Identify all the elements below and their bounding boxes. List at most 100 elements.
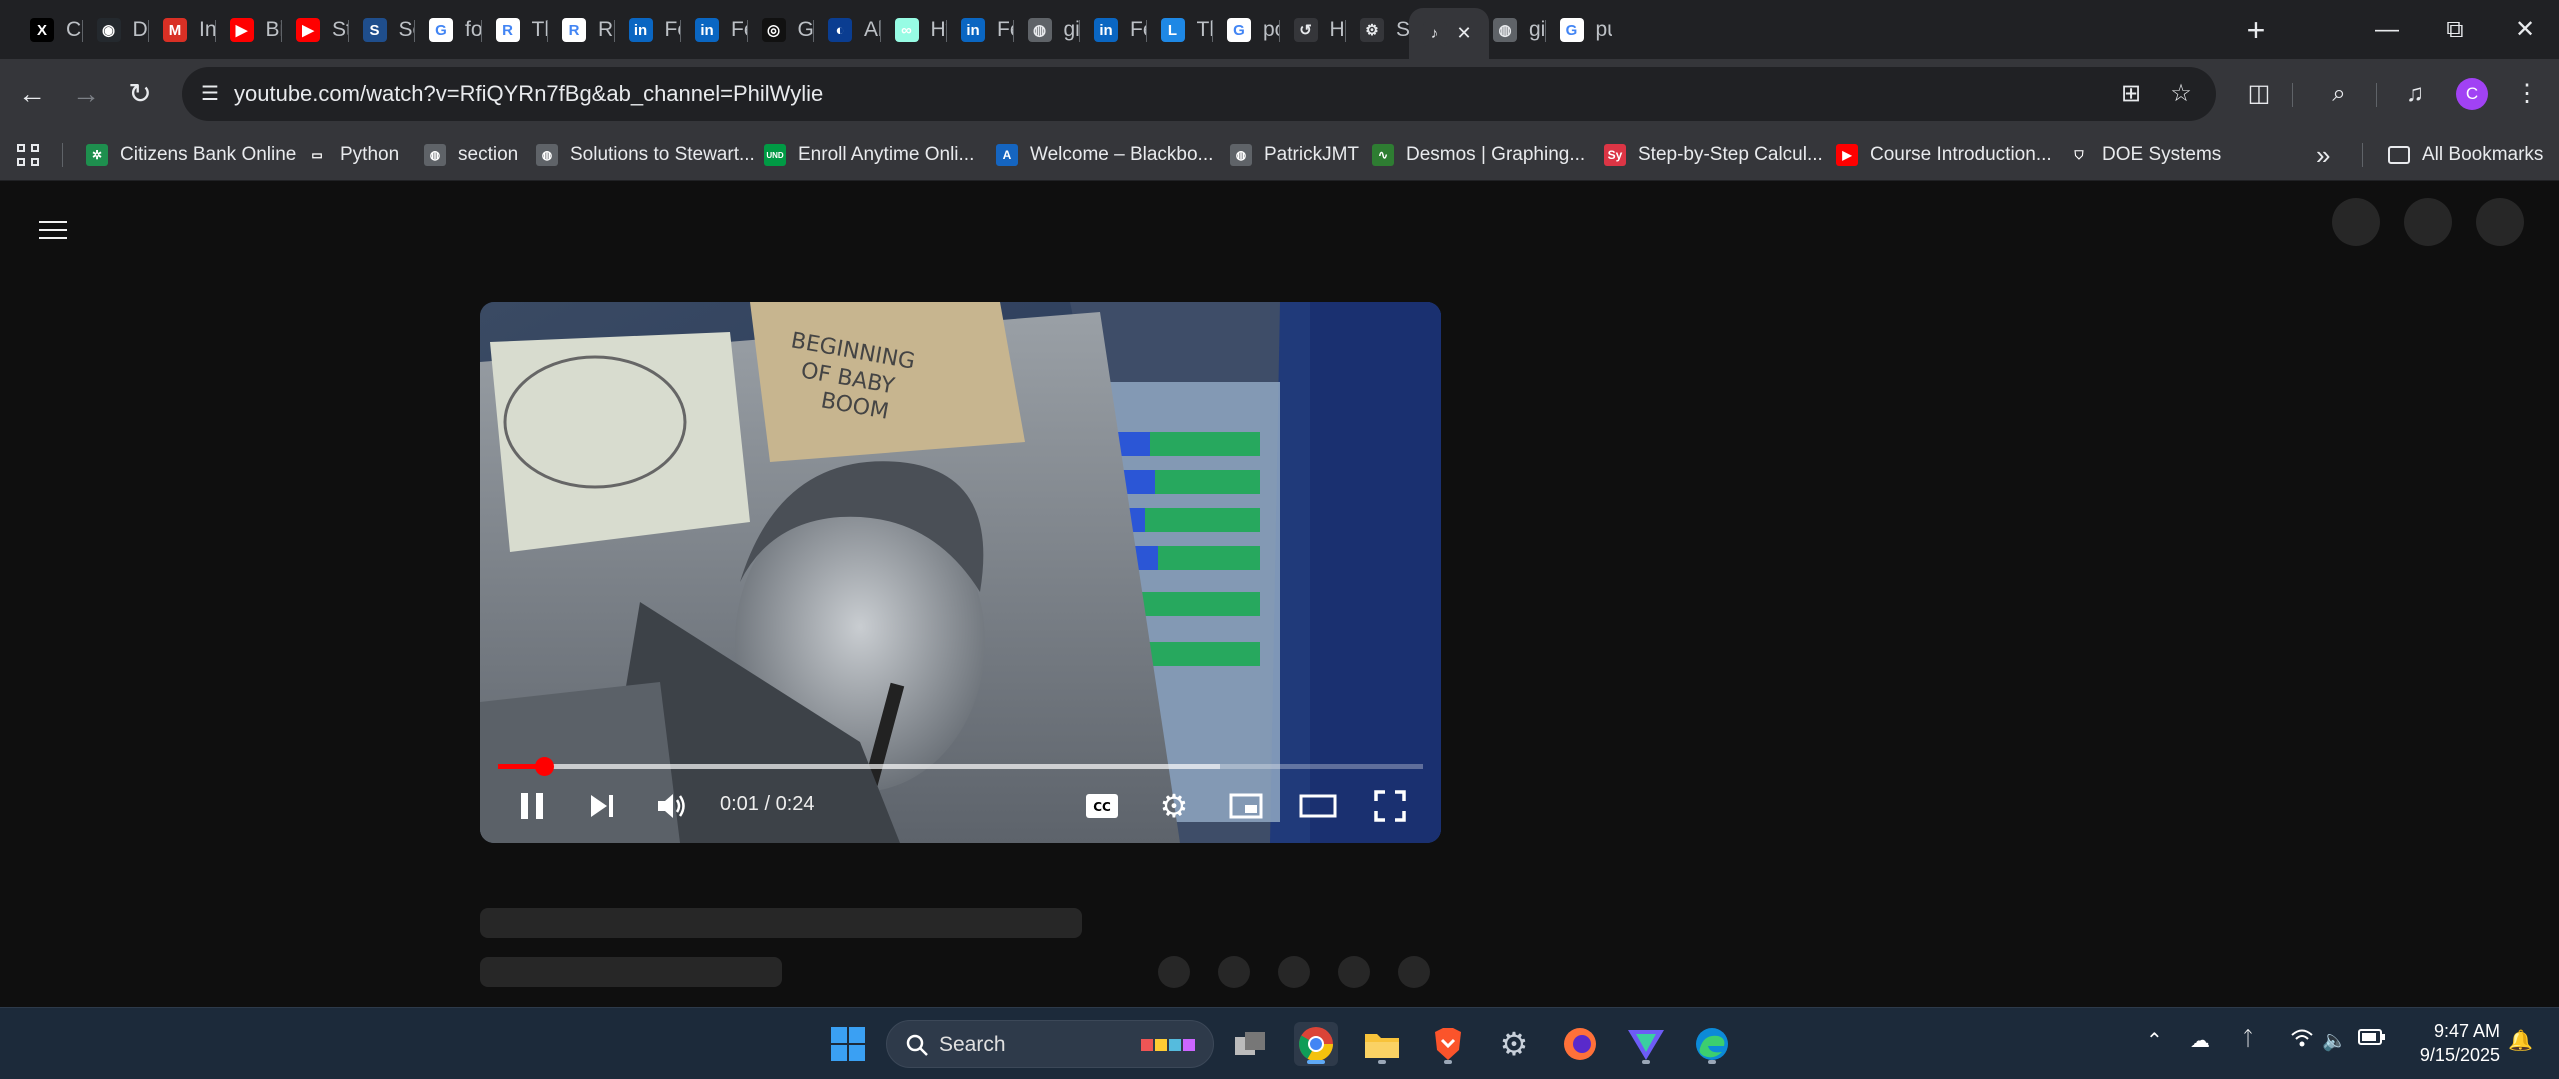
bookmark-item[interactable]: A Welcome – Blackbo... (996, 139, 1213, 171)
history-icon: ↺ (1293, 18, 1318, 42)
minimize-button[interactable]: — (2352, 0, 2422, 59)
video-player[interactable]: BEGINNING OF BABY BOOM 0:01 / 0:24 CC ⚙ (480, 302, 1441, 843)
notification-bell-icon[interactable]: 🔔 (2508, 1028, 2533, 1053)
url-text[interactable]: youtube.com/watch?v=RfiQYRn7fBg&ab_chann… (234, 81, 823, 107)
browser-tab[interactable]: ◍ git (1479, 8, 1546, 52)
browser-tab[interactable]: in Fee (1080, 8, 1147, 52)
browser-tab[interactable]: Gpu (1546, 8, 1613, 52)
hamburger-menu-button[interactable] (30, 207, 76, 253)
pause-button[interactable] (510, 784, 554, 828)
browser-tab[interactable]: Gfor (415, 8, 482, 52)
bookmark-item[interactable]: ◍ PatrickJMT (1230, 139, 1359, 171)
browser-tab[interactable]: in Fee (615, 8, 681, 52)
progress-bar[interactable] (498, 757, 1423, 776)
settings-gear-icon[interactable]: ⚙ (1492, 1022, 1536, 1066)
browser-tab[interactable]: X Cal (16, 8, 83, 52)
show-hidden-icons[interactable]: ⌃ (2146, 1028, 2163, 1053)
volume-icon[interactable] (650, 784, 694, 828)
media-controls-icon[interactable]: ♫ (2396, 75, 2434, 113)
youtube-icon: ▶ (229, 18, 254, 42)
bookmark-item[interactable]: ◍ Solutions to Stewart... (536, 139, 755, 171)
folder-icon (2388, 146, 2410, 164)
browser-tab[interactable]: ♪ ✕ (1408, 8, 1489, 59)
browser-tab[interactable]: ◐ Alt (814, 8, 881, 52)
edge-icon[interactable] (1690, 1022, 1734, 1066)
gear-icon: ⚙ (1360, 18, 1384, 42)
apps-grid-icon[interactable] (16, 139, 40, 171)
bookmark-divider (2362, 143, 2363, 167)
browser-tab[interactable]: ◉ De (83, 8, 149, 52)
browser-tab[interactable]: ◎ Gra (748, 8, 814, 52)
tab-search-icon[interactable]: ⌕ (2320, 75, 2358, 113)
onedrive-icon[interactable]: ☁ (2190, 1028, 2210, 1053)
bookmark-item[interactable]: ∿ Desmos | Graphing... (1372, 139, 1585, 171)
system-clock[interactable]: 9:47 AM 9/15/2025 (2410, 1019, 2500, 1067)
theater-mode-button[interactable] (1296, 784, 1340, 828)
windows-start-icon[interactable] (826, 1022, 870, 1066)
fullscreen-button[interactable] (1368, 784, 1412, 828)
browser-tab[interactable]: ↺ His (1280, 8, 1346, 52)
more-bookmarks-button[interactable]: » (2316, 139, 2330, 171)
install-app-icon[interactable]: ⊞ (2116, 79, 2146, 109)
bookmark-item[interactable]: UND Enroll Anytime Onli... (764, 139, 974, 171)
miniplayer-button[interactable] (1224, 784, 1268, 828)
close-tab-icon[interactable]: ✕ (1457, 23, 1472, 44)
browser-tab[interactable]: R Re (548, 8, 615, 52)
speaker-icon[interactable]: 🔈 (2322, 1028, 2347, 1053)
meta-icon: ◐ (828, 18, 852, 42)
browser-tab[interactable]: Gpo (1213, 8, 1280, 52)
chrome-taskbar-icon[interactable] (1294, 1022, 1338, 1066)
vpn-icon[interactable] (1624, 1022, 1668, 1066)
settings-gear-icon[interactable]: ⚙ (1152, 784, 1196, 828)
google-icon: G (1227, 18, 1251, 42)
search-highlight-icon (1141, 1039, 1195, 1051)
address-bar[interactable]: ☰ youtube.com/watch?v=RfiQYRn7fBg&ab_cha… (182, 67, 2216, 121)
forward-button[interactable]: → (64, 72, 108, 116)
bookmark-item[interactable]: ▶ Course Introduction... (1836, 139, 2052, 171)
browser-tab[interactable]: ▶ Ste (282, 8, 349, 52)
browser-tab[interactable]: R Th (482, 8, 548, 52)
bookmark-item[interactable]: ▭ Python (306, 139, 399, 171)
file-explorer-icon[interactable] (1360, 1022, 1404, 1066)
browser-tab[interactable]: S Sea (349, 8, 415, 52)
next-button[interactable] (580, 784, 624, 828)
browser-tab[interactable]: ◍ git (1014, 8, 1080, 52)
browser-tab[interactable]: ▶ Big (216, 8, 282, 52)
task-view-icon[interactable] (1228, 1022, 1272, 1066)
back-button[interactable]: ← (10, 72, 54, 116)
browser-tab[interactable]: M Inb (149, 8, 216, 52)
browser-tab[interactable]: L Th (1147, 8, 1213, 52)
firefox-icon[interactable] (1558, 1022, 1602, 1066)
bookmark-item[interactable]: ✲ Citizens Bank Online (86, 139, 296, 171)
tab-strip: XCal◉DeMInb▶Big▶SteSSeaGforRThRReinFeein… (0, 0, 2559, 59)
reload-button[interactable]: ↻ (118, 72, 162, 116)
chrome-menu-icon[interactable]: ⋮ (2508, 75, 2546, 113)
browser-tab[interactable]: ∞ Hy (881, 8, 947, 52)
wifi-icon[interactable] (2290, 1028, 2314, 1054)
github-icon: ◉ (96, 18, 121, 42)
bookmark-item[interactable]: ◍ section (424, 139, 518, 171)
close-window-button[interactable]: ✕ (2490, 0, 2559, 59)
restore-button[interactable]: ⧉ (2420, 0, 2490, 59)
battery-icon[interactable] (2358, 1028, 2386, 1052)
brave-icon[interactable] (1426, 1022, 1470, 1066)
bookmark-item[interactable]: ⛉ DOE Systems (2068, 139, 2221, 171)
bookmark-star-icon[interactable]: ☆ (2166, 79, 2196, 109)
svg-text:CC: CC (1093, 800, 1111, 814)
bluetooth-icon[interactable]: ᛏ (2242, 1028, 2254, 1051)
search-label: Search (939, 1033, 1006, 1056)
profile-avatar[interactable]: C (2456, 78, 2488, 110)
all-bookmarks-button[interactable]: All Bookmarks (2388, 139, 2543, 171)
bookmark-label: Python (340, 144, 400, 165)
captions-button[interactable]: CC (1080, 784, 1124, 828)
extensions-icon[interactable]: ◫ (2240, 75, 2278, 113)
browser-tab[interactable]: ⚙Set (1346, 8, 1413, 52)
new-tab-button[interactable]: + (2236, 10, 2276, 50)
browser-tab[interactable]: in Fee (947, 8, 1014, 52)
bookmark-item[interactable]: Sy Step-by-Step Calcul... (1604, 139, 1823, 171)
browser-tab[interactable]: in Fee (681, 8, 748, 52)
tab-title: pu (1595, 18, 1613, 41)
site-info-icon[interactable]: ☰ (196, 80, 224, 108)
tab-title: Cal (66, 18, 83, 41)
taskbar-search[interactable]: Search (886, 1020, 1214, 1068)
